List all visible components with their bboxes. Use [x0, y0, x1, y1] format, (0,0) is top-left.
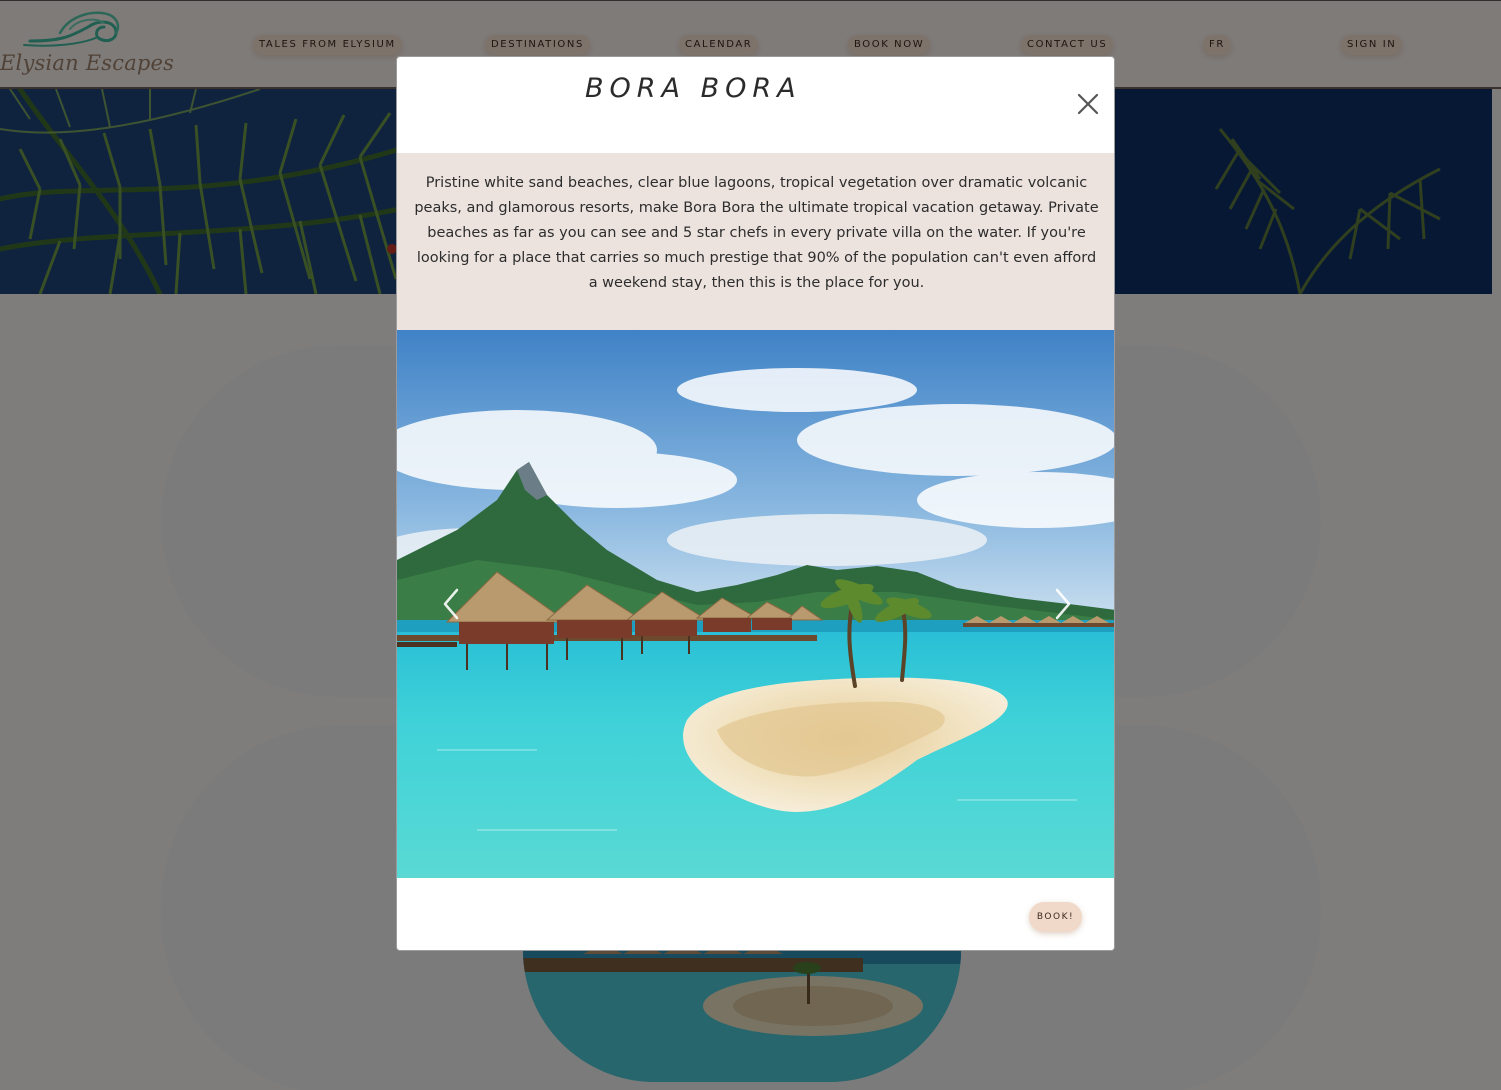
book-button[interactable]: BOOK!	[1029, 902, 1082, 932]
bora-bora-lagoon-image	[397, 330, 1114, 878]
chevron-right-icon[interactable]	[1047, 584, 1077, 624]
destination-modal: BORA BORA Pristine white sand beaches, c…	[396, 56, 1115, 951]
destination-description: Pristine white sand beaches, clear blue …	[414, 175, 1099, 291]
chevron-left-icon[interactable]	[437, 584, 467, 624]
image-carousel[interactable]	[397, 330, 1114, 878]
modal-footer: BOOK!	[397, 878, 1114, 950]
close-icon[interactable]	[1075, 91, 1101, 117]
modal-title: BORA BORA	[585, 73, 802, 104]
description-panel: Pristine white sand beaches, clear blue …	[397, 153, 1114, 330]
